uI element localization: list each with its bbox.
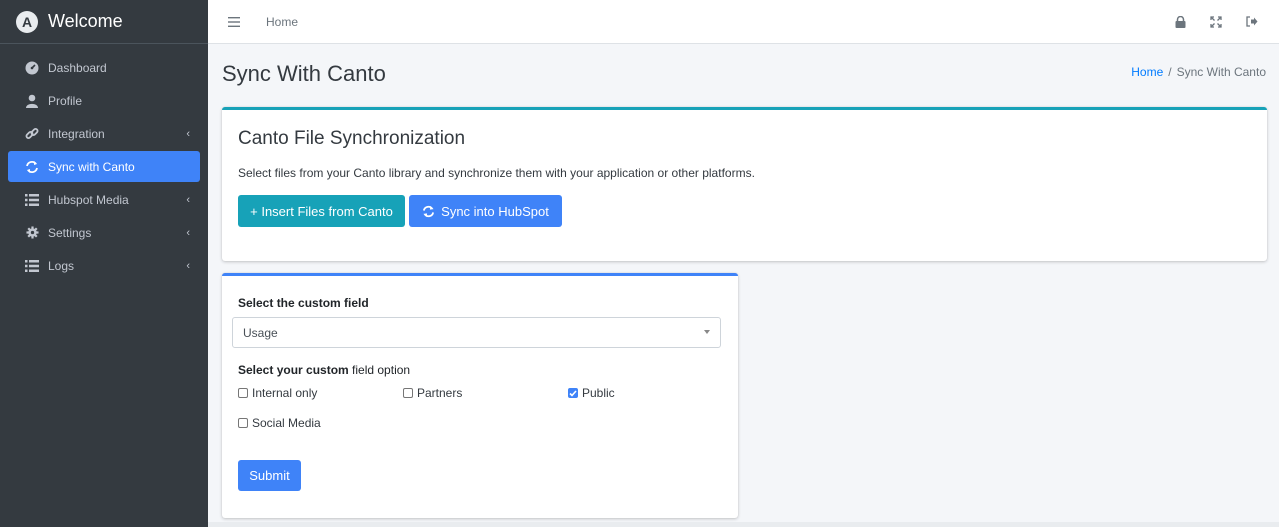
link-icon — [24, 126, 40, 142]
sync-icon — [422, 205, 435, 218]
brand-link[interactable]: A Welcome — [0, 0, 208, 44]
breadcrumb-separator: / — [1168, 65, 1172, 79]
list-icon — [24, 258, 40, 274]
sidebar-item-label: Profile — [48, 93, 83, 108]
checkbox[interactable] — [238, 388, 248, 398]
custom-field-select[interactable]: Usage — [232, 317, 721, 348]
sidebar-nav: Dashboard Profile Integration ‹ Sync wit… — [0, 44, 208, 281]
sync-hubspot-button-label: Sync into HubSpot — [441, 203, 549, 219]
sidebar-item-hubspot-media[interactable]: Hubspot Media ‹ — [8, 184, 200, 215]
brand-title: Welcome — [48, 11, 123, 31]
chevron-left-icon: ‹ — [186, 259, 190, 272]
custom-field-option-label: Select your custom field option — [238, 363, 410, 377]
sidebar-item-settings[interactable]: Settings ‹ — [8, 217, 200, 248]
sync-icon — [24, 159, 40, 175]
option-label-rest: field option — [348, 363, 411, 377]
sidebar-item-label: Sync with Canto — [48, 159, 135, 174]
custom-field-label: Select the custom field — [238, 296, 369, 310]
option-social-media[interactable]: Social Media — [238, 416, 321, 430]
sidebar-item-label: Settings — [48, 225, 92, 240]
checkbox[interactable] — [403, 388, 413, 398]
top-right-icons — [1173, 15, 1279, 29]
custom-field-select-value: Usage — [243, 325, 278, 340]
checkbox-checked[interactable] — [568, 388, 578, 398]
bottom-scroll-edge — [208, 522, 1279, 527]
chevron-left-icon: ‹ — [186, 193, 190, 206]
submit-button[interactable]: Submit — [238, 460, 301, 491]
sidebar-item-profile[interactable]: Profile — [8, 85, 200, 116]
tachometer-icon — [24, 60, 40, 76]
option-label: Internal only — [252, 386, 318, 400]
top-navbar: Home — [208, 0, 1279, 44]
gear-icon — [24, 225, 40, 241]
option-label-bold: Select your custom — [238, 363, 349, 377]
option-partners[interactable]: Partners — [403, 386, 462, 400]
sidebar-item-label: Logs — [48, 258, 75, 273]
list-icon — [24, 192, 40, 208]
card-description: Select files from your Canto library and… — [238, 166, 755, 180]
sidebar-item-label: Integration — [48, 126, 105, 141]
sidebar-item-logs[interactable]: Logs ‹ — [8, 250, 200, 281]
breadcrumb-current: Sync With Canto — [1176, 65, 1266, 79]
option-label: Public — [582, 386, 615, 400]
chevron-left-icon: ‹ — [186, 226, 190, 239]
option-public[interactable]: Public — [568, 386, 615, 400]
sign-out-icon[interactable] — [1245, 15, 1259, 29]
expand-icon[interactable] — [1209, 15, 1223, 29]
option-internal-only[interactable]: Internal only — [238, 386, 317, 400]
insert-files-button[interactable]: + Insert Files from Canto — [238, 195, 405, 227]
sync-hubspot-button[interactable]: Sync into HubSpot — [409, 195, 562, 227]
sidebar-item-integration[interactable]: Integration ‹ — [8, 118, 200, 149]
breadcrumb-home-link[interactable]: Home — [1131, 65, 1163, 79]
sidebar-item-sync-with-canto[interactable]: Sync with Canto — [8, 151, 200, 182]
sidebar: A Welcome Dashboard Profile Integration … — [0, 0, 208, 527]
option-label: Partners — [417, 386, 463, 400]
lock-icon[interactable] — [1173, 15, 1187, 29]
custom-field-form-card: Select the custom field Usage Select you… — [222, 273, 738, 518]
checkbox[interactable] — [238, 418, 248, 428]
card-title: Canto File Synchronization — [238, 128, 466, 149]
hamburger-menu-icon[interactable] — [228, 14, 244, 30]
chevron-left-icon: ‹ — [186, 127, 190, 140]
top-home-link[interactable]: Home — [266, 15, 298, 29]
canto-sync-card: Canto File Synchronization Select files … — [222, 107, 1267, 261]
page-title: Sync With Canto — [222, 61, 386, 86]
user-icon — [24, 93, 40, 109]
sidebar-item-label: Dashboard — [48, 60, 107, 75]
caret-down-icon — [704, 330, 710, 334]
brand-logo-icon: A — [16, 10, 38, 33]
option-label: Social Media — [252, 416, 321, 430]
sidebar-item-dashboard[interactable]: Dashboard — [8, 52, 200, 83]
sidebar-item-label: Hubspot Media — [48, 192, 129, 207]
breadcrumb: Home / Sync With Canto — [1131, 65, 1266, 79]
